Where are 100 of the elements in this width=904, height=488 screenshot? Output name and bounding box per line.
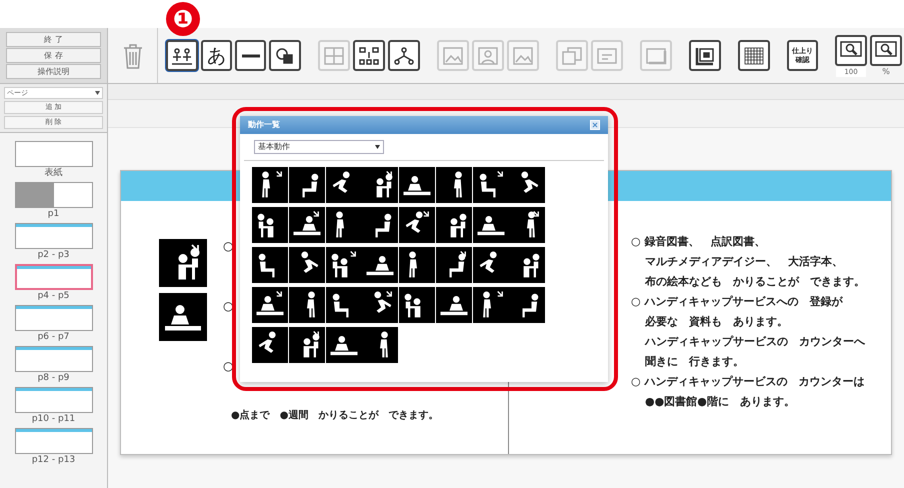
copy-icon (560, 46, 584, 66)
flow-tool-button[interactable] (353, 40, 385, 71)
image-icon (441, 46, 465, 66)
category-dropdown[interactable]: 基本動作 (254, 140, 384, 154)
book-icon (693, 46, 717, 66)
caret-icon (375, 145, 380, 149)
page-label: p2 - p3 (38, 249, 70, 262)
pictogram-button[interactable] (252, 247, 288, 283)
pictogram-button[interactable] (472, 207, 508, 243)
page-text: ●●図書館●階に あります。 (644, 394, 795, 410)
pictogram-button[interactable] (288, 327, 325, 363)
page-text: マルチメディアデイジー、 大活字本、 (644, 254, 843, 270)
page-label: p6 - p7 (38, 331, 70, 344)
pictogram-button[interactable] (436, 167, 472, 203)
pictogram-button[interactable] (288, 167, 325, 203)
page-label: 表紙 (44, 167, 62, 180)
menu-button[interactable]: 保 存 (6, 48, 101, 63)
image-icon (511, 46, 535, 66)
pictogram-button[interactable] (436, 207, 472, 243)
zoom-tool-button[interactable] (870, 34, 902, 66)
tree-icon (392, 46, 416, 66)
pictogram-button[interactable] (509, 287, 546, 323)
percent-label: % (882, 66, 890, 76)
book-tool-button[interactable] (689, 40, 721, 71)
caret-icon (95, 91, 100, 95)
page-label: p10 - p11 (32, 413, 76, 426)
pictogram-button[interactable] (399, 167, 435, 203)
page-text: ●点まで ●週間 かりることが できます。 (231, 409, 438, 423)
tool-button[interactable]: あ (201, 40, 232, 71)
page-label: p8 - p9 (38, 372, 70, 385)
pictogram-button[interactable] (399, 207, 435, 243)
grid-icon (742, 46, 766, 66)
people-icon (170, 46, 194, 66)
line-tool-button[interactable] (235, 40, 266, 71)
page-label: p12 - p13 (32, 454, 76, 467)
pictogram-button[interactable] (252, 287, 288, 323)
pictogram-button[interactable] (472, 287, 508, 323)
page-thumbnail[interactable] (14, 223, 92, 249)
page-text: ○ ハンディキャップサービスへの 登録が (631, 294, 842, 310)
pictogram-button[interactable] (326, 287, 362, 323)
pictogram-button[interactable] (399, 287, 435, 323)
page-label: p4 - p5 (38, 290, 70, 303)
pictogram-button[interactable] (509, 207, 546, 243)
page-text: 布の絵本なども かりることが できます。 (644, 274, 865, 290)
page-thumbnail[interactable] (14, 264, 92, 290)
page-thumbnail[interactable] (14, 305, 92, 331)
pictogram-button[interactable] (362, 167, 398, 203)
page-thumbnail[interactable] (14, 387, 92, 413)
page-text: 聞きに 行きます。 (644, 354, 744, 370)
pictogram-tool-button[interactable] (166, 40, 198, 71)
page-thumbnail[interactable] (14, 141, 92, 167)
pictogram-button[interactable] (509, 167, 546, 203)
flowchart-icon (357, 46, 381, 66)
page-text: ○ ハンディキャップサービスの カウンターは (631, 374, 864, 390)
tree-tool-button[interactable] (388, 40, 420, 71)
pictogram-button[interactable] (436, 247, 472, 283)
pictogram-button[interactable] (252, 327, 288, 363)
pictogram-button[interactable] (362, 247, 398, 283)
pictogram-button[interactable] (362, 327, 398, 363)
pictogram-button[interactable] (472, 167, 508, 203)
page-text: ○ 録音図書、 点訳図書、 (631, 234, 766, 250)
step-number-badge: ❶ (166, 2, 200, 36)
pictogram-button[interactable] (509, 247, 546, 283)
page-text: ハンディキャップサービスの カウンターへ (644, 334, 865, 350)
pictogram-button[interactable] (326, 327, 362, 363)
page-text: 必要な 資料も あります。 (644, 314, 788, 330)
handover-pictogram (159, 239, 207, 287)
shapes-tool-button[interactable] (269, 40, 301, 71)
pictogram-button[interactable] (288, 247, 325, 283)
pictogram-button[interactable] (288, 287, 325, 323)
pictogram-button[interactable] (472, 247, 508, 283)
person-pictogram (159, 293, 207, 341)
pictogram-button[interactable] (399, 247, 435, 283)
menu-button[interactable]: 操作説明 (6, 64, 101, 79)
pictogram-button[interactable] (326, 247, 362, 283)
pictogram-button[interactable] (326, 207, 362, 243)
close-icon[interactable] (590, 120, 600, 130)
layout-icon (322, 46, 346, 66)
grid-tool-button[interactable] (738, 40, 770, 71)
zoom-tool-button[interactable] (835, 34, 867, 66)
frame-icon (644, 46, 668, 66)
page-thumbnail[interactable] (14, 346, 92, 372)
zoom-icon (839, 40, 863, 60)
trash-icon[interactable] (122, 42, 144, 70)
pictogram-button[interactable] (436, 287, 472, 323)
pictogram-button[interactable] (362, 287, 398, 323)
page-label: p1 (48, 208, 60, 221)
pictogram-button[interactable] (288, 207, 325, 243)
menu-button[interactable]: 終 了 (6, 32, 101, 47)
paste-icon (595, 46, 619, 66)
person-icon (476, 46, 500, 66)
page-thumbnail[interactable] (14, 428, 92, 454)
zoom-icon (874, 40, 898, 60)
page-thumbnail[interactable] (14, 182, 92, 208)
dash-icon (242, 54, 260, 58)
pictogram-button[interactable] (252, 167, 288, 203)
pictogram-button[interactable] (362, 207, 398, 243)
dialog-title: 動作一覧 (248, 119, 280, 131)
pictogram-button[interactable] (326, 167, 362, 203)
pictogram-button[interactable] (252, 207, 288, 243)
